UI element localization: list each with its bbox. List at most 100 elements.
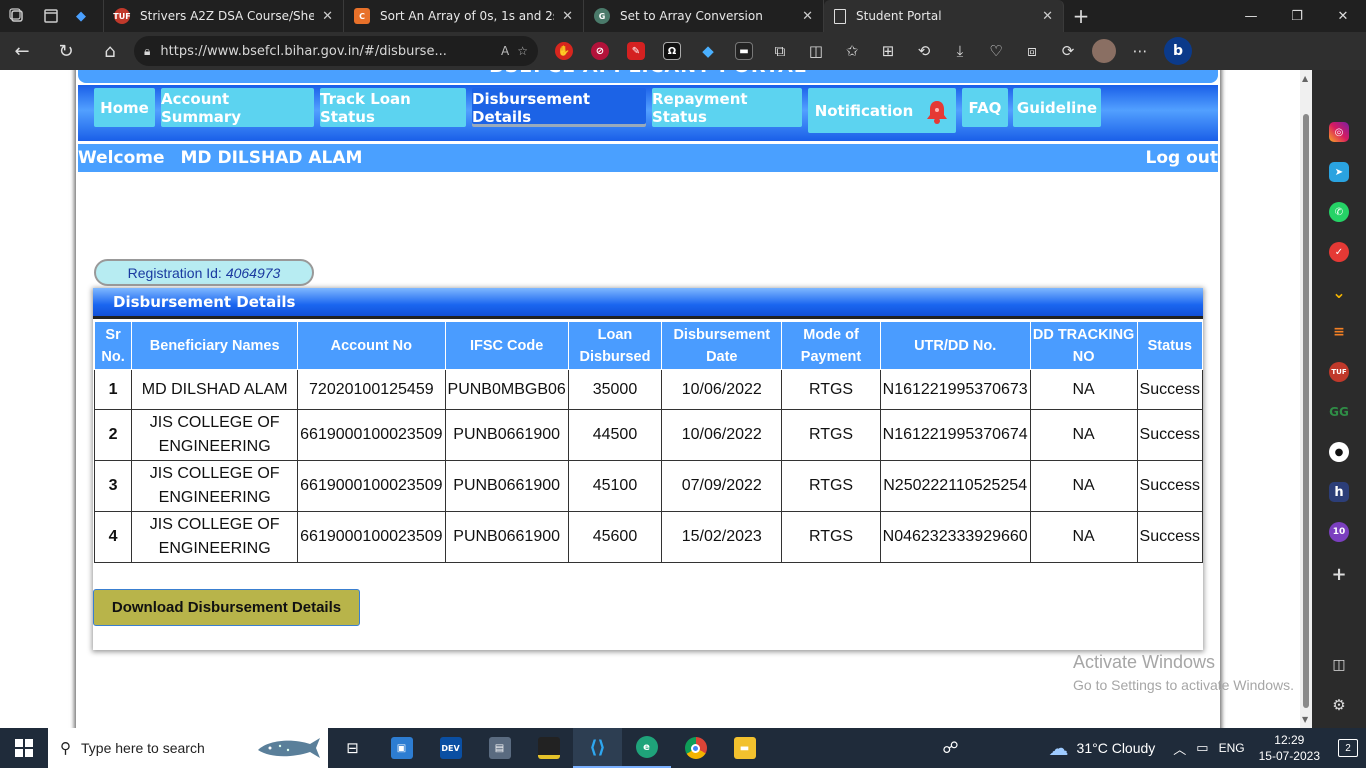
notification-center-icon[interactable]: 2 [1330,728,1366,768]
downloads-icon[interactable]: ⤓ [942,32,978,70]
web-capture-icon[interactable]: ⧈ [1014,32,1050,70]
lock-icon[interactable]: 🔒︎ [144,44,150,59]
color-picker-extension-icon[interactable]: ✎ [618,32,654,70]
start-button[interactable] [0,728,48,768]
browser-tab-3[interactable]: G Set to Array Conversion ✕ [584,0,824,32]
close-tab-icon[interactable]: ✕ [562,9,573,24]
chevron-app-icon[interactable]: ⌄ [1329,282,1349,302]
windows-logo-icon [15,739,33,757]
pause-extension-icon[interactable]: ⊘ [582,32,618,70]
people-icon[interactable]: ☍ [942,738,958,758]
minimize-icon[interactable]: — [1228,0,1274,32]
add-sidebar-app-icon[interactable]: + [1329,564,1349,585]
favorite-star-icon[interactable]: ☆ [517,44,528,58]
edge-browser-icon[interactable]: e [622,728,671,768]
scroll-up-icon[interactable]: ▲ [1302,74,1308,83]
bing-copilot-icon[interactable]: b [1158,32,1198,70]
weather-widget[interactable]: ☁ 31°C Cloudy [1049,736,1156,761]
new-tab-button[interactable]: + [1064,4,1098,28]
read-aloud-icon[interactable]: A [501,44,509,58]
hashnode-icon[interactable]: h [1329,482,1349,502]
registration-label: Registration Id: [127,264,222,281]
address-bar[interactable]: 🔒︎ https://www.bsefcl.bihar.gov.in/#/dis… [134,36,538,66]
restore-icon[interactable]: ❐ [1274,0,1320,32]
sticky-app-icon[interactable] [524,728,573,768]
chrome-icon[interactable] [671,728,720,768]
more-menu-icon[interactable]: ⋯ [1122,32,1158,70]
sidebar-badge-app-icon[interactable]: 10 [1329,522,1349,542]
file-manager-icon[interactable]: ▣ [377,728,426,768]
cell-status: Success [1136,409,1203,461]
tray-chevron-icon[interactable]: ︿ [1173,739,1186,758]
stackoverflow-icon[interactable]: ≡ [1329,322,1349,342]
omega-extension-icon[interactable]: Ω [654,32,690,70]
tab-actions-icon[interactable] [34,0,68,32]
close-tab-icon[interactable]: ✕ [322,9,333,24]
scrollbar-thumb[interactable] [1303,114,1309,708]
clock[interactable]: 12:29 15-07-2023 [1259,732,1320,764]
performance-icon[interactable]: ♡ [978,32,1014,70]
monitor-app-icon[interactable]: ▤ [475,728,524,768]
nav-home[interactable]: Home [94,88,155,127]
geeksforgeeks-icon[interactable]: GG [1329,402,1349,422]
vscode-icon[interactable]: ⟨⟩ [573,728,622,768]
keyboard-extension-icon[interactable]: ▬ [726,32,762,70]
gem-extension-icon[interactable]: ◆ [690,32,726,70]
close-tab-icon[interactable]: ✕ [1042,9,1053,24]
collections-icon[interactable]: ⊞ [870,32,906,70]
browser-tab-active[interactable]: Student Portal ✕ [824,0,1064,32]
close-window-icon[interactable]: ✕ [1320,0,1366,32]
share-icon[interactable]: ⟳ [1050,32,1086,70]
whatsapp-icon[interactable]: ✆ [1329,202,1349,222]
nav-notification[interactable]: Notification [808,88,956,133]
telegram-icon[interactable]: ➤ [1329,162,1349,182]
download-disbursement-button[interactable]: Download Disbursement Details [93,589,360,626]
col-header-dd-tracking: DD TRACKING NO [1029,321,1138,370]
nav-account-summary[interactable]: Account Summary [161,88,314,127]
browser-tab-2[interactable]: C Sort An Array of 0s, 1s and 2s - C ✕ [344,0,584,32]
sidebar-settings-icon[interactable]: ⚙ [1329,695,1349,715]
cell-ifsc: PUNB0MBGB06 [444,369,569,410]
chatgpt-favicon-icon: G [594,8,610,24]
todo-icon[interactable]: ✓ [1329,242,1349,262]
network-icon[interactable]: ▭ [1196,740,1208,756]
browser-tab-1[interactable]: TUF Strivers A2Z DSA Course/Sheet - ✕ [104,0,344,32]
file-explorer-icon[interactable]: ▬ [720,728,769,768]
cell-mode: RTGS [781,369,881,410]
instagram-icon[interactable]: ◎ [1329,122,1349,142]
nav-guideline[interactable]: Guideline [1013,88,1101,127]
nav-faq[interactable]: FAQ [962,88,1008,127]
language-indicator[interactable]: ENG [1219,741,1245,755]
tuf-icon[interactable]: TUF [1329,362,1349,382]
user-name: MD DILSHAD ALAM [180,148,363,168]
history-icon[interactable]: ⟲ [906,32,942,70]
dev-app-icon[interactable]: DEV [426,728,475,768]
tab-title: Strivers A2Z DSA Course/Sheet - [140,9,315,23]
browser-toolbar: ← ↻ ⌂ 🔒︎ https://www.bsefcl.bihar.gov.in… [0,32,1366,70]
cell-mode: RTGS [781,511,881,563]
back-icon[interactable]: ← [0,32,44,70]
close-tab-icon[interactable]: ✕ [802,9,813,24]
tab-title: Sort An Array of 0s, 1s and 2s - C [380,9,554,23]
taskbar-search-box[interactable]: ⚲ Type here to search [48,728,328,768]
nav-track-loan-status[interactable]: Track Loan Status [320,88,466,127]
task-view-icon[interactable]: ⊟ [328,728,377,768]
profile-avatar[interactable] [1086,32,1122,70]
favorites-icon[interactable]: ✩ [834,32,870,70]
table-row: 1 MD DILSHAD ALAM 72020100125459 PUNB0MB… [93,369,1203,410]
cell-account: 6619000100023509 [297,460,446,512]
adblock-extension-icon[interactable]: ✋ [546,32,582,70]
workspaces-icon[interactable] [0,0,34,32]
logout-link[interactable]: Log out [1145,148,1218,168]
home-icon[interactable]: ⌂ [88,32,132,70]
extensions-icon[interactable]: ⧉ [762,32,798,70]
pinned-tab[interactable]: ◆ [68,0,104,32]
page-scrollbar[interactable]: ▲ ▼ [1300,70,1312,728]
refresh-icon[interactable]: ↻ [44,32,88,70]
nav-disbursement-details[interactable]: Disbursement Details [472,88,646,127]
scroll-down-icon[interactable]: ▼ [1302,715,1308,724]
split-screen-icon[interactable]: ◫ [798,32,834,70]
github-icon[interactable]: ● [1329,442,1349,462]
nav-repayment-status[interactable]: Repayment Status [652,88,802,127]
hide-sidebar-icon[interactable]: ◫ [1329,655,1349,675]
